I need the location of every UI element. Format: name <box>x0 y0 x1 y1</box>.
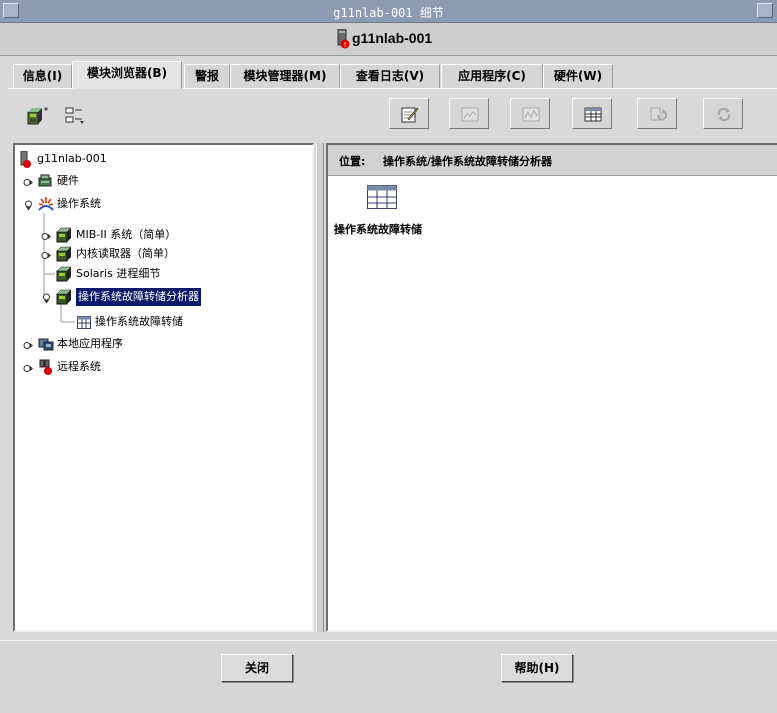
tree-label-solaris-process: Solaris 进程细节 <box>76 267 161 280</box>
window-maximize-button[interactable] <box>757 3 773 18</box>
location-label: 位置: <box>339 155 366 168</box>
window-title-bar[interactable]: g11nlab-001 细节 <box>0 0 777 23</box>
sync-button[interactable] <box>703 98 743 129</box>
refresh-button[interactable] <box>637 98 677 129</box>
tree-node-kernel-reader[interactable]: 内核读取器（简单） <box>15 245 312 263</box>
module-content-panel[interactable]: 位置: 操作系统/操作系统故障转储分析器 操作系统故障转储 <box>326 143 777 632</box>
remote-systems-alarm-icon <box>37 359 53 375</box>
module-tree-panel[interactable]: g11nlab-001 硬件 操作系统 MIB-II 系统（简单） 内核读取器（… <box>13 143 314 632</box>
hierarchy-view-icon[interactable] <box>26 106 50 129</box>
help-button[interactable]: 帮助(H) <box>501 654 573 682</box>
tree-label-local-apps: 本地应用程序 <box>57 337 123 350</box>
tree-label-hardware: 硬件 <box>57 174 79 187</box>
tab-module-manager[interactable]: 模块管理器(M) <box>230 64 340 88</box>
table-view-button[interactable] <box>572 98 612 129</box>
graph-button[interactable] <box>449 98 489 129</box>
tab-alarms[interactable]: 警报 <box>184 64 230 88</box>
expand-toggle-icon[interactable] <box>41 249 52 260</box>
tree-node-crash-analyzer[interactable]: 操作系统故障转储分析器 <box>15 288 312 306</box>
dialog-button-bar <box>0 640 777 713</box>
chart-button[interactable] <box>510 98 550 129</box>
tree-node-host[interactable]: g11nlab-001 <box>15 150 312 168</box>
window-title: g11nlab-001 细节 <box>333 6 444 20</box>
panel-splitter[interactable] <box>316 143 324 632</box>
server-alarm-icon <box>18 150 34 168</box>
host-title: g11nlab-001 <box>352 30 433 46</box>
tree-label-os: 操作系统 <box>57 197 101 210</box>
expand-toggle-icon[interactable] <box>23 176 34 187</box>
topology-view-icon[interactable] <box>64 106 88 129</box>
module-icon <box>56 246 72 262</box>
hardware-icon <box>37 173 53 189</box>
collapse-toggle-icon[interactable] <box>41 292 52 304</box>
tree-label-host: g11nlab-001 <box>37 152 107 165</box>
server-alarm-icon: ! <box>336 28 350 52</box>
expand-toggle-icon[interactable] <box>23 362 34 373</box>
tree-node-crash-dump[interactable]: 操作系统故障转储 <box>15 313 312 331</box>
module-icon <box>56 227 72 243</box>
tab-view-log[interactable]: 查看日志(V) <box>340 64 440 88</box>
tree-node-hardware[interactable]: 硬件 <box>15 172 312 190</box>
table-icon <box>77 316 93 332</box>
module-icon <box>56 289 72 305</box>
tab-hardware[interactable]: 硬件(W) <box>543 64 613 88</box>
tab-info[interactable]: 信息(I) <box>13 64 72 88</box>
tab-module-browser[interactable]: 模块浏览器(B) <box>72 61 182 89</box>
edit-properties-button[interactable] <box>389 98 429 129</box>
location-bar: 位置: 操作系统/操作系统故障转储分析器 <box>328 145 777 176</box>
tree-node-mib2[interactable]: MIB-II 系统（简单） <box>15 226 312 244</box>
tree-node-remote-systems[interactable]: 远程系统 <box>15 358 312 376</box>
tree-label-remote-systems: 远程系统 <box>57 360 101 373</box>
expand-toggle-icon[interactable] <box>23 339 34 350</box>
tree-node-solaris-process[interactable]: Solaris 进程细节 <box>15 265 312 283</box>
tree-label-kernel-reader: 内核读取器（简单） <box>76 247 175 260</box>
tree-node-local-apps[interactable]: 本地应用程序 <box>15 335 312 353</box>
local-applications-icon <box>37 336 54 352</box>
table-icon <box>367 185 397 212</box>
details-header: ! g11nlab-001 <box>0 23 777 56</box>
content-item-label: 操作系统故障转储 <box>334 223 422 236</box>
tree-node-os[interactable]: 操作系统 <box>15 195 312 213</box>
tree-label-crash-analyzer: 操作系统故障转储分析器 <box>76 288 201 306</box>
module-icon <box>56 266 72 282</box>
location-path: 操作系统/操作系统故障转储分析器 <box>383 155 553 168</box>
content-item-crash-dump[interactable]: 操作系统故障转储 <box>334 185 444 245</box>
svg-text:!: ! <box>344 41 347 49</box>
tree-label-mib2: MIB-II 系统（简单） <box>76 228 177 241</box>
collapse-toggle-icon[interactable] <box>23 199 34 211</box>
tab-applications[interactable]: 应用程序(C) <box>441 64 543 88</box>
close-button[interactable]: 关闭 <box>221 654 293 682</box>
operating-system-icon <box>37 196 54 212</box>
tree-label-crash-dump: 操作系统故障转储 <box>95 315 183 328</box>
expand-toggle-icon[interactable] <box>41 230 52 241</box>
tree-connector-lines <box>43 213 75 323</box>
